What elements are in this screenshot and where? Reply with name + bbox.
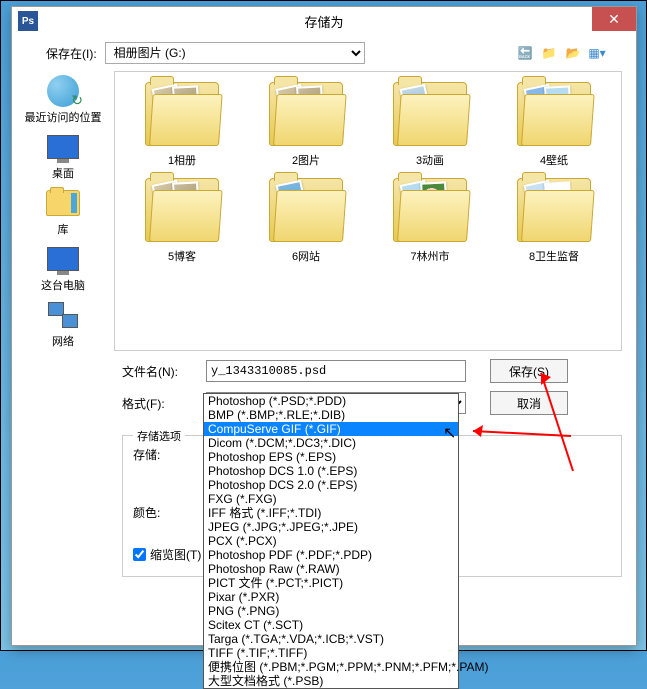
format-option[interactable]: Pixar (*.PXR) <box>204 590 458 604</box>
desktop-icon <box>47 135 79 159</box>
folder-item[interactable]: 2图片 <box>249 82 363 168</box>
up-icon[interactable]: 📁 <box>540 44 558 62</box>
format-option[interactable]: Photoshop (*.PSD;*.PDD) <box>204 394 458 408</box>
format-option[interactable]: Photoshop Raw (*.RAW) <box>204 562 458 576</box>
folder-name: 2图片 <box>292 152 320 168</box>
places-sidebar: 最近访问的位置 桌面 库 这台电脑 网络 <box>12 71 114 351</box>
sidebar-recent[interactable]: 最近访问的位置 <box>25 75 102 125</box>
format-label: 格式(F): <box>122 395 194 412</box>
titlebar: Ps 存储为 ✕ <box>12 7 636 35</box>
folder-name: 6网站 <box>292 248 320 264</box>
thumbnail-label: 缩览图(T) <box>150 546 201 563</box>
format-option[interactable]: JPEG (*.JPG;*.JPEG;*.JPE) <box>204 520 458 534</box>
new-folder-icon[interactable]: 📂 <box>564 44 582 62</box>
view-menu-icon[interactable]: ▦▾ <box>588 44 606 62</box>
format-option[interactable]: FXG (*.FXG) <box>204 492 458 506</box>
folder-icon <box>269 82 343 146</box>
folder-icon <box>145 178 219 242</box>
sidebar-desktop[interactable]: 桌面 <box>45 131 81 181</box>
sidebar-network[interactable]: 网络 <box>45 299 81 349</box>
format-option[interactable]: PCX (*.PCX) <box>204 534 458 548</box>
recent-places-icon <box>47 75 79 107</box>
folder-icon <box>393 178 467 242</box>
folder-name: 5博客 <box>168 248 196 264</box>
format-option[interactable]: Scitex CT (*.SCT) <box>204 618 458 632</box>
folder-item[interactable]: 5博客 <box>125 178 239 264</box>
options-legend: 存储选项 <box>133 428 185 444</box>
back-icon[interactable]: 🔙 <box>516 44 534 62</box>
library-icon <box>46 190 80 216</box>
folder-name: 4壁纸 <box>540 152 568 168</box>
photoshop-icon: Ps <box>18 11 38 31</box>
sidebar-label: 最近访问的位置 <box>25 109 102 125</box>
folder-item[interactable]: 1相册 <box>125 82 239 168</box>
format-option[interactable]: PNG (*.PNG) <box>204 604 458 618</box>
location-toolbar: 保存在(I): 相册图片 (G:) 🔙 📁 📂 ▦▾ <box>12 35 636 71</box>
folder-name: 7林州市 <box>410 248 449 264</box>
sidebar-label: 网络 <box>52 333 74 349</box>
color-subsection-label: 颜色: <box>133 504 177 521</box>
format-dropdown-list[interactable]: Photoshop (*.PSD;*.PDD)BMP (*.BMP;*.RLE;… <box>203 393 459 689</box>
thumbnail-checkbox[interactable] <box>133 548 146 561</box>
format-option[interactable]: 便携位图 (*.PBM;*.PGM;*.PPM;*.PNM;*.PFM;*.PA… <box>204 660 458 674</box>
folder-item[interactable]: 6网站 <box>249 178 363 264</box>
format-option[interactable]: CompuServe GIF (*.GIF) <box>204 422 458 436</box>
window-title: 存储为 <box>304 12 343 31</box>
sidebar-label: 库 <box>58 221 69 237</box>
filename-input[interactable] <box>206 360 466 382</box>
folder-icon <box>145 82 219 146</box>
folder-icon <box>393 82 467 146</box>
format-option[interactable]: PICT 文件 (*.PCT;*.PICT) <box>204 576 458 590</box>
format-option[interactable]: Photoshop PDF (*.PDF;*.PDP) <box>204 548 458 562</box>
folder-name: 3动画 <box>416 152 444 168</box>
format-option[interactable]: Photoshop DCS 1.0 (*.EPS) <box>204 464 458 478</box>
close-button[interactable]: ✕ <box>592 7 636 31</box>
sidebar-label: 这台电脑 <box>41 277 85 293</box>
folder-icon <box>269 178 343 242</box>
save-subsection-label: 存储: <box>133 446 177 463</box>
save-button[interactable]: 保存(S) <box>490 359 568 383</box>
file-browser[interactable]: 1相册 2图片 3动画 4壁纸 5博客 6网站 7林 <box>114 71 622 351</box>
folder-name: 8卫生监督 <box>529 248 579 264</box>
filename-label: 文件名(N): <box>122 363 194 380</box>
folder-item[interactable]: 3动画 <box>373 82 487 168</box>
format-option[interactable]: Dicom (*.DCM;*.DC3;*.DIC) <box>204 436 458 450</box>
sidebar-computer[interactable]: 这台电脑 <box>41 243 85 293</box>
location-select[interactable]: 相册图片 (G:) <box>105 42 365 64</box>
format-option[interactable]: BMP (*.BMP;*.RLE;*.DIB) <box>204 408 458 422</box>
format-option[interactable]: IFF 格式 (*.IFF;*.TDI) <box>204 506 458 520</box>
folder-icon <box>517 178 591 242</box>
folder-icon <box>517 82 591 146</box>
folder-item[interactable]: 8卫生监督 <box>497 178 611 264</box>
computer-icon <box>47 247 79 271</box>
folder-item[interactable]: 4壁纸 <box>497 82 611 168</box>
network-icon <box>48 302 78 328</box>
format-option[interactable]: 大型文档格式 (*.PSB) <box>204 674 458 688</box>
format-option[interactable]: Photoshop EPS (*.EPS) <box>204 450 458 464</box>
folder-item[interactable]: 7林州市 <box>373 178 487 264</box>
format-option[interactable]: Targa (*.TGA;*.VDA;*.ICB;*.VST) <box>204 632 458 646</box>
cancel-button[interactable]: 取消 <box>490 391 568 415</box>
folder-name: 1相册 <box>168 152 196 168</box>
sidebar-label: 桌面 <box>52 165 74 181</box>
sidebar-library[interactable]: 库 <box>45 187 81 237</box>
format-option[interactable]: Photoshop DCS 2.0 (*.EPS) <box>204 478 458 492</box>
save-in-label: 保存在(I): <box>46 45 97 62</box>
format-option[interactable]: TIFF (*.TIF;*.TIFF) <box>204 646 458 660</box>
